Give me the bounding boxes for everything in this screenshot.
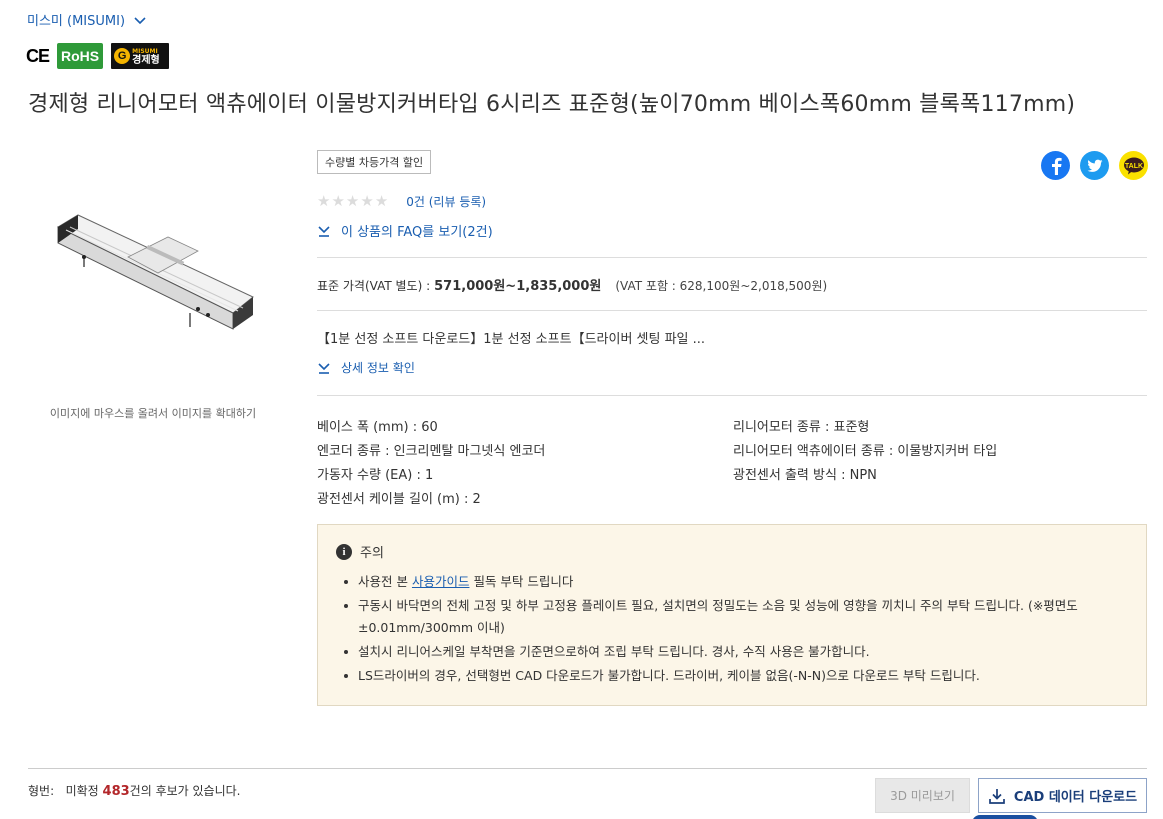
star-icon: ★ (345, 192, 360, 210)
faq-link[interactable]: 이 상품의 FAQ를 보기(2건) (317, 221, 493, 240)
price-range: 571,000원~1,835,000원 (434, 279, 602, 294)
price-row: 표준 가격(VAT 별도) : 571,000원~1,835,000원 (VAT… (317, 275, 827, 294)
caution-heading-label: 주의 (360, 546, 384, 561)
star-icon: ★ (331, 192, 345, 210)
info-icon: i (336, 543, 352, 560)
spec-movers: 가동자 수량 (EA) : 1 (317, 468, 434, 483)
spec-motor-type: 리니어모터 종류 : 표준형 (733, 420, 870, 435)
usage-guide-link[interactable]: 사용가이드 (412, 574, 470, 589)
image-zoom-hint: 이미지에 마우스를 올려서 이미지를 확대하기 (49, 407, 257, 420)
spec-encoder: 엔코더 종류 : 인크리멘탈 마그넷식 엔코더 (317, 444, 546, 459)
spec-sensor-output: 광전센서 출력 방식 : NPN (733, 468, 877, 483)
economy-badge: G MISUMI 경제형 (111, 43, 170, 69)
facebook-icon[interactable] (1041, 151, 1070, 180)
chevron-down-icon (318, 362, 330, 374)
model-label: 형번: (28, 784, 55, 798)
caution-notice: i 주의 사용전 본 사용가이드 필독 부탁 드립니다 구동시 바닥면의 전체 … (317, 524, 1147, 706)
rating-stars: ★ ★ ★ ★ ★ (317, 194, 388, 209)
certification-badges: CE RoHS G MISUMI 경제형 (26, 43, 170, 69)
rating-row: ★ ★ ★ ★ ★ 0건 (리뷰 등록) (317, 193, 486, 210)
chevron-down-icon (318, 225, 330, 237)
price-label: 표준 가격(VAT 별도) : (317, 279, 431, 293)
svg-text:TALK: TALK (1124, 162, 1142, 169)
product-title: 경제형 리니어모터 액츄에이터 이물방지커버타입 6시리즈 표준형(높이70mm… (28, 92, 1076, 117)
ce-mark: CE (26, 45, 50, 66)
rohs-badge: RoHS (57, 43, 104, 69)
model-status: 미확정 (65, 784, 99, 798)
candidate-count: 483 (102, 784, 130, 799)
divider (28, 768, 1147, 769)
brand-selector[interactable]: 미스미 (MISUMI) (27, 10, 147, 29)
economy-badge-label: 경제형 (132, 55, 160, 66)
3d-preview-button[interactable]: 3D 미리보기 (875, 778, 970, 813)
cad-download-label: CAD 데이터 다운로드 (1013, 790, 1138, 805)
caution-item: 구동시 바닥면의 전체 고정 및 하부 고정용 플레이트 필요, 설치면의 정밀… (342, 595, 1132, 639)
spec-cable-length: 광전센서 케이블 길이 (m) : 2 (317, 492, 481, 507)
economy-logo-icon: G (114, 48, 131, 64)
caution-item: 설치시 리니어스케일 부착면을 기준면으로하여 조립 부탁 드립니다. 경사, … (342, 641, 1132, 663)
model-number-status: 형번: 미확정 483건의 후보가 있습니다. (28, 782, 240, 799)
star-icon: ★ (360, 192, 374, 210)
scroll-top-tab[interactable] (972, 815, 1038, 819)
cad-download-button[interactable]: CAD 데이터 다운로드 (978, 778, 1147, 813)
spec-base-width: 베이스 폭 (mm) : 60 (317, 420, 438, 435)
divider (317, 310, 1147, 311)
volume-discount-tag: 수량별 차등가격 할인 (317, 150, 432, 174)
kakaotalk-icon[interactable]: TALK (1119, 151, 1148, 180)
twitter-icon[interactable] (1080, 151, 1109, 180)
caution-item: 사용전 본 사용가이드 필독 부탁 드립니다 (342, 571, 1132, 593)
caution-item: LS드라이버의 경우, 선택형번 CAD 다운로드가 불가합니다. 드라이버, … (342, 665, 1132, 687)
caution-list: 사용전 본 사용가이드 필독 부탁 드립니다 구동시 바닥면의 전체 고정 및 … (342, 571, 1132, 689)
download-icon (989, 788, 1005, 804)
divider (317, 395, 1147, 396)
product-image[interactable] (48, 205, 258, 345)
star-icon: ★ (317, 192, 331, 210)
spec-actuator-type: 리니어모터 액츄에이터 종류 : 이물방지커버 타입 (733, 444, 998, 459)
chevron-down-icon (134, 16, 146, 24)
description-snippet: 【1분 선정 소프트 다운로드】1분 선정 소프트【드라이버 셋팅 파일 ... (317, 332, 706, 347)
model-suffix: 건의 후보가 있습니다. (129, 784, 241, 798)
review-count-link[interactable]: 0건 (리뷰 등록) (406, 193, 486, 210)
caution-heading: i 주의 (336, 542, 384, 561)
price-vat-included: (VAT 포함 : 628,100원~2,018,500원) (615, 279, 828, 293)
star-icon: ★ (374, 192, 389, 210)
share-buttons: TALK (1041, 151, 1148, 180)
brand-label: 미스미 (MISUMI) (27, 14, 126, 29)
detail-info-link[interactable]: 상세 정보 확인 (317, 359, 415, 376)
divider (317, 257, 1147, 258)
detail-info-label: 상세 정보 확인 (341, 361, 415, 375)
faq-link-label: 이 상품의 FAQ를 보기(2건) (341, 225, 493, 240)
